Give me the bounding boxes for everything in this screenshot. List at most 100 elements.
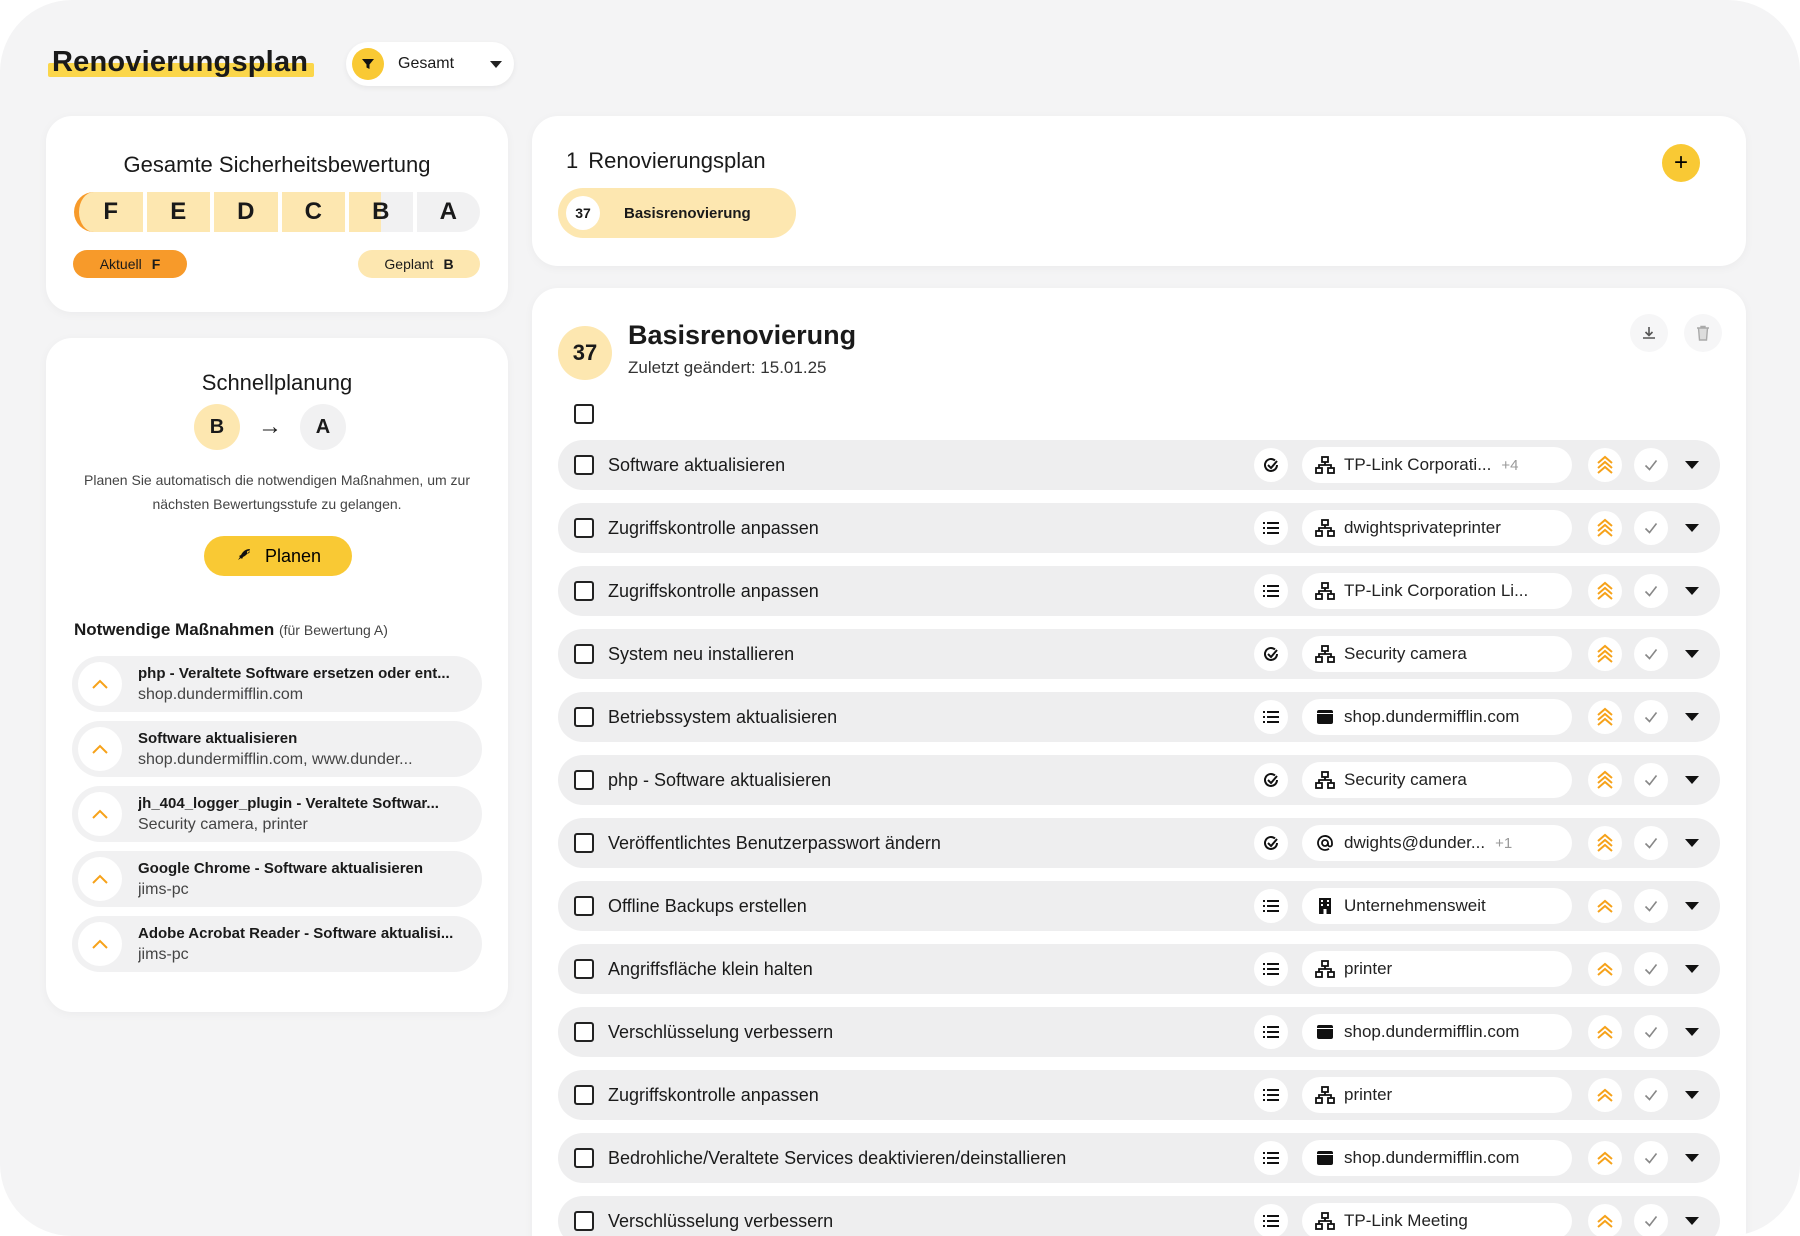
asset-chip[interactable]: TP-Link Corporation Li... [1302, 573, 1572, 609]
measure-item[interactable]: Adobe Acrobat Reader - Software aktualis… [72, 916, 482, 972]
task-checkbox[interactable] [574, 455, 594, 475]
expand-button[interactable] [1680, 831, 1704, 855]
expand-button[interactable] [1680, 516, 1704, 540]
measure-title: jh_404_logger_plugin - Veraltete Softwar… [138, 794, 439, 812]
task-row[interactable]: Zugriffskontrolle anpassen TP-Link Corpor… [558, 566, 1720, 616]
plan-chip[interactable]: 37 Basisrenovierung [558, 188, 796, 238]
expand-button[interactable] [1680, 768, 1704, 792]
plan-button[interactable]: Planen [204, 536, 352, 576]
priority-button[interactable] [1588, 700, 1622, 734]
asset-chip[interactable]: printer [1302, 1077, 1572, 1113]
mark-done-button[interactable] [1634, 826, 1668, 860]
task-checkbox[interactable] [574, 581, 594, 601]
priority-button[interactable] [1588, 952, 1622, 986]
task-checkbox[interactable] [574, 644, 594, 664]
task-row[interactable]: php - Software aktualisieren Security cam… [558, 755, 1720, 805]
priority-button[interactable] [1588, 1015, 1622, 1049]
asset-chip[interactable]: Security camera [1302, 636, 1572, 672]
asset-chip[interactable]: shop.dundermifflin.com [1302, 1140, 1572, 1176]
delete-button[interactable] [1684, 314, 1722, 352]
expand-button[interactable] [1680, 1020, 1704, 1044]
expand-button[interactable] [1680, 1146, 1704, 1170]
task-row[interactable]: Veröffentlichtes Benutzerpasswort ändern… [558, 818, 1720, 868]
expand-button[interactable] [1680, 453, 1704, 477]
task-checkbox[interactable] [574, 1085, 594, 1105]
task-checkbox[interactable] [574, 1211, 594, 1231]
download-button[interactable] [1630, 314, 1668, 352]
task-row[interactable]: Offline Backups erstellen Unternehmenswei… [558, 881, 1720, 931]
plans-heading-label: Renovierungsplan [588, 148, 766, 173]
mark-done-button[interactable] [1634, 1078, 1668, 1112]
asset-extra-count: +1 [1495, 834, 1513, 852]
chevron-down-icon [1685, 965, 1699, 973]
expand-button[interactable] [1680, 894, 1704, 918]
filter-dropdown[interactable]: Gesamt [346, 42, 514, 86]
asset-name: TP-Link Corporation Li... [1344, 581, 1529, 600]
priority-button[interactable] [1588, 1204, 1622, 1236]
task-checkbox[interactable] [574, 770, 594, 790]
task-row[interactable]: Angriffsfläche klein halten printer [558, 944, 1720, 994]
priority-button[interactable] [1588, 574, 1622, 608]
measure-item[interactable]: Software aktualisieren shop.dundermifflin… [72, 721, 482, 777]
expand-button[interactable] [1680, 957, 1704, 981]
expand-button[interactable] [1680, 579, 1704, 603]
mark-done-button[interactable] [1634, 889, 1668, 923]
plan-button-label: Planen [264, 545, 322, 566]
add-plan-button[interactable]: + [1662, 144, 1700, 182]
mark-done-button[interactable] [1634, 1015, 1668, 1049]
asset-chip[interactable]: shop.dundermifflin.com [1302, 1014, 1572, 1050]
mark-done-button[interactable] [1634, 1204, 1668, 1236]
mark-done-button[interactable] [1634, 763, 1668, 797]
priority-button[interactable] [1588, 826, 1622, 860]
mark-done-button[interactable] [1634, 448, 1668, 482]
task-row[interactable]: Verschlüsselung verbessern TP-Link Meetin… [558, 1196, 1720, 1236]
task-row[interactable]: Betriebssystem aktualisieren shop.dunderm… [558, 692, 1720, 742]
mark-done-button[interactable] [1634, 1141, 1668, 1175]
task-checkbox[interactable] [574, 518, 594, 538]
priority-button[interactable] [1588, 1078, 1622, 1112]
measure-item[interactable]: php - Veraltete Software ersetzen oder e… [72, 656, 482, 712]
list-icon [1254, 1141, 1288, 1175]
asset-chip[interactable]: Security camera [1302, 762, 1572, 798]
measure-item[interactable]: jh_404_logger_plugin - Veraltete Softwar… [72, 786, 482, 842]
measure-item[interactable]: Google Chrome - Software aktualisieren ji… [72, 851, 482, 907]
asset-chip[interactable]: shop.dundermifflin.com [1302, 699, 1572, 735]
task-row[interactable]: Zugriffskontrolle anpassen dwightsprivate… [558, 503, 1720, 553]
priority-button[interactable] [1588, 763, 1622, 797]
priority-button[interactable] [1588, 889, 1622, 923]
expand-button[interactable] [1680, 642, 1704, 666]
expand-button[interactable] [1680, 705, 1704, 729]
asset-chip[interactable]: printer [1302, 951, 1572, 987]
priority-button[interactable] [1588, 637, 1622, 671]
expand-button[interactable] [1680, 1209, 1704, 1233]
check-icon [1644, 963, 1658, 975]
mark-done-button[interactable] [1634, 574, 1668, 608]
task-row[interactable]: Bedrohliche/Veraltete Services deaktivie… [558, 1133, 1720, 1183]
priority-button[interactable] [1588, 1141, 1622, 1175]
asset-chip[interactable]: Unternehmensweit [1302, 888, 1572, 924]
task-checkbox[interactable] [574, 707, 594, 727]
task-row[interactable]: System neu installieren Security camera [558, 629, 1720, 679]
task-row[interactable]: Software aktualisieren TP-Link Corporati.… [558, 440, 1720, 490]
task-checkbox[interactable] [574, 833, 594, 853]
task-checkbox[interactable] [574, 896, 594, 916]
asset-chip[interactable]: dwights@dunder... +1 [1302, 825, 1572, 861]
task-checkbox[interactable] [574, 1022, 594, 1042]
mark-done-button[interactable] [1634, 637, 1668, 671]
mark-done-button[interactable] [1634, 952, 1668, 986]
task-row[interactable]: Verschlüsselung verbessern shop.dundermif… [558, 1007, 1720, 1057]
select-all-checkbox[interactable] [574, 404, 594, 424]
mark-done-button[interactable] [1634, 700, 1668, 734]
asset-chip[interactable]: dwightsprivateprinter [1302, 510, 1572, 546]
update-icon [1254, 763, 1288, 797]
priority-button[interactable] [1588, 448, 1622, 482]
asset-chip[interactable]: TP-Link Meeting [1302, 1203, 1572, 1236]
task-checkbox[interactable] [574, 959, 594, 979]
task-row[interactable]: Zugriffskontrolle anpassen printer [558, 1070, 1720, 1120]
expand-button[interactable] [1680, 1083, 1704, 1107]
asset-chip[interactable]: TP-Link Corporati... +4 [1302, 447, 1572, 483]
task-checkbox[interactable] [574, 1148, 594, 1168]
measures-title-label: Notwendige Maßnahmen [74, 620, 275, 639]
mark-done-button[interactable] [1634, 511, 1668, 545]
priority-button[interactable] [1588, 511, 1622, 545]
